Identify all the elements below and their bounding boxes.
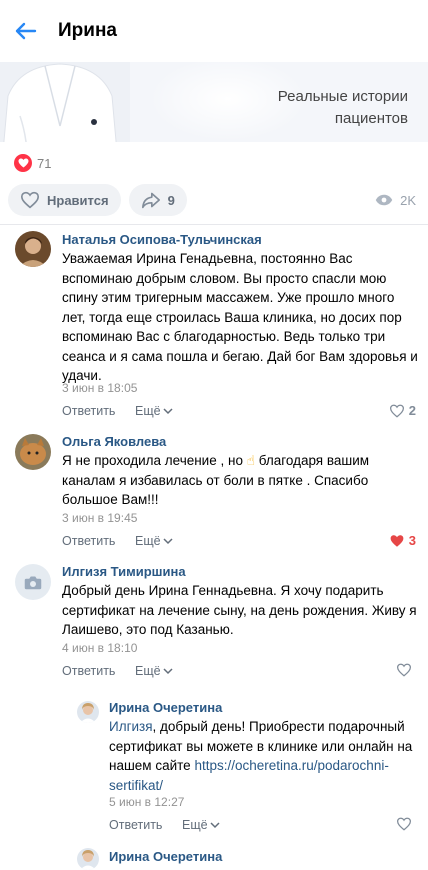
- back-arrow-icon: [15, 22, 37, 40]
- views-count: 2K: [400, 192, 416, 208]
- comment-text: Я не проходила лечение , но ☝ благодаря …: [62, 451, 418, 510]
- comment-like-button[interactable]: 3: [389, 533, 416, 548]
- comment-date[interactable]: 3 июн в 18:05: [62, 381, 137, 395]
- pointing-up-emoji-icon: ☝: [246, 453, 255, 468]
- share-count: 9: [167, 192, 175, 208]
- more-button[interactable]: Ещё: [135, 664, 173, 678]
- reply-button[interactable]: Ответить: [109, 818, 162, 832]
- doctor-photo-illustration: [0, 56, 130, 142]
- more-button[interactable]: Ещё: [182, 818, 220, 832]
- heart-filled-icon: [390, 534, 404, 547]
- comment-text: Добрый день Ирина Геннадьевна. Я хочу по…: [62, 583, 417, 637]
- views-counter: 2K: [375, 193, 416, 208]
- chevron-down-icon: [163, 538, 173, 545]
- likes-summary[interactable]: 71: [14, 154, 51, 172]
- more-label: Ещё: [135, 664, 161, 678]
- comment-author[interactable]: Ирина Очеретина: [109, 700, 222, 715]
- back-button[interactable]: [0, 0, 52, 62]
- comment-author[interactable]: Наталья Осипова-Тульчинская: [62, 232, 262, 247]
- chevron-down-icon: [163, 408, 173, 415]
- avatar[interactable]: [77, 848, 99, 870]
- avatar[interactable]: [15, 434, 51, 470]
- heart-outline-icon: [396, 817, 412, 831]
- avatar[interactable]: [77, 701, 99, 723]
- page-title: Ирина: [58, 20, 117, 41]
- comment-author[interactable]: Ирина Очеретина: [109, 849, 222, 864]
- more-label: Ещё: [135, 404, 161, 418]
- mention-link[interactable]: Илгизя: [109, 719, 153, 734]
- share-button[interactable]: 9: [128, 184, 187, 216]
- banner-line-2: пациентов: [334, 110, 408, 127]
- comment-like-button[interactable]: [396, 663, 416, 677]
- more-button[interactable]: Ещё: [135, 534, 173, 548]
- comment-author[interactable]: Илгизя Тимиршина: [62, 564, 186, 579]
- like-button-label: Нравится: [47, 192, 109, 208]
- comment-date[interactable]: 3 июн в 19:45: [62, 511, 137, 525]
- reply-button[interactable]: Ответить: [62, 404, 115, 418]
- heart-badge-icon: [14, 154, 32, 172]
- divider: [0, 224, 428, 225]
- heart-outline-icon: [396, 663, 412, 677]
- post-actions: Нравится 9 2K: [8, 184, 420, 216]
- avatar[interactable]: [15, 231, 51, 267]
- post-image[interactable]: Реальные истории пациентов: [0, 56, 428, 142]
- reply-button[interactable]: Ответить: [62, 664, 115, 678]
- comment-text: Илгизя, добрый день! Приобрести подарочн…: [109, 717, 415, 795]
- like-button[interactable]: Нравится: [8, 184, 121, 216]
- comment-text-part: Я не проходила лечение , но: [62, 453, 243, 468]
- heart-outline-icon: [389, 404, 404, 418]
- avatar[interactable]: [15, 564, 51, 600]
- likes-count: 71: [37, 155, 52, 171]
- more-label: Ещё: [135, 534, 161, 548]
- comment-author[interactable]: Ольга Яковлева: [62, 434, 166, 449]
- comment-like-count: 2: [408, 403, 416, 418]
- heart-outline-icon: [20, 191, 40, 209]
- chevron-down-icon: [163, 668, 173, 675]
- more-button[interactable]: Ещё: [135, 404, 173, 418]
- eye-icon: [375, 194, 393, 206]
- comment-like-button[interactable]: [396, 817, 416, 831]
- banner-line-1: Реальные истории: [277, 88, 408, 105]
- comment-date[interactable]: 4 июн в 18:10: [62, 641, 137, 655]
- comment-like-button[interactable]: 2: [389, 403, 416, 418]
- comment-like-count: 3: [408, 533, 416, 548]
- camera-icon: [24, 576, 42, 589]
- banner-caption: Реальные истории пациентов: [278, 86, 408, 130]
- more-label: Ещё: [182, 818, 208, 832]
- share-arrow-icon: [141, 192, 160, 209]
- comment-text: Уважаемая Ирина Генадьевна, постоянно Ва…: [62, 251, 418, 383]
- comment-date[interactable]: 5 июн в 12:27: [109, 795, 184, 809]
- top-bar: Ирина: [0, 0, 428, 62]
- chevron-down-icon: [210, 822, 220, 829]
- reply-button[interactable]: Ответить: [62, 534, 115, 548]
